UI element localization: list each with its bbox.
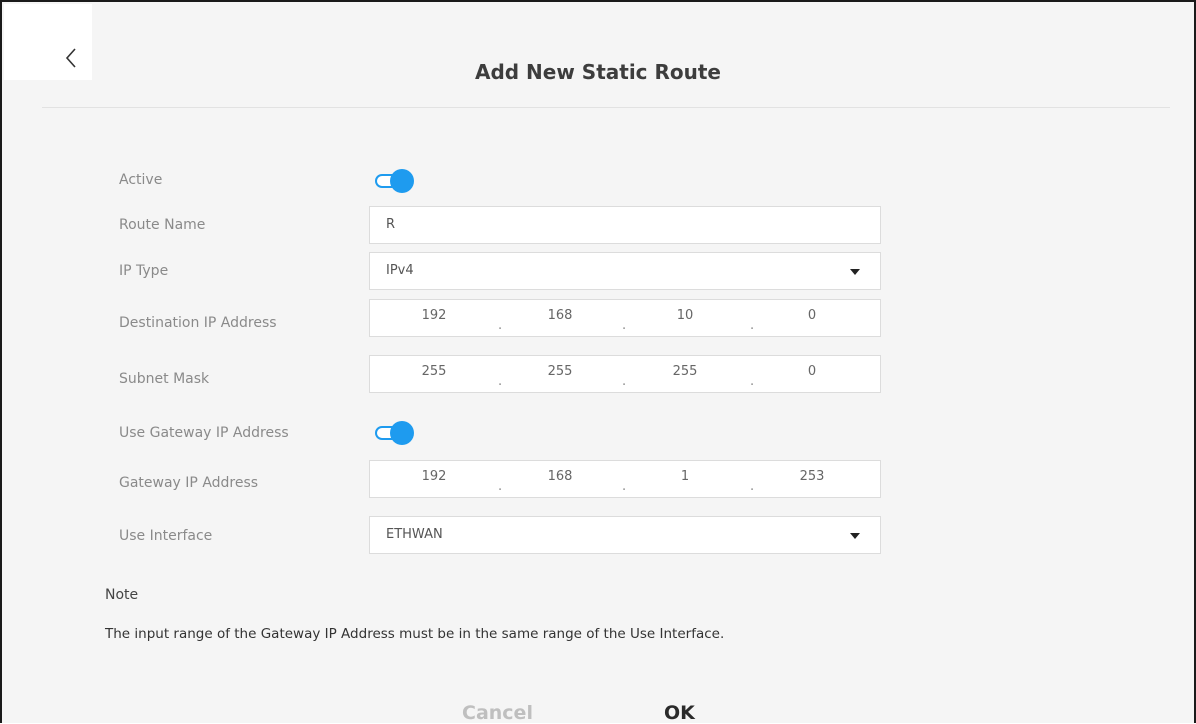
ip-type-select[interactable]: IPv4	[369, 252, 881, 290]
toggle-knob	[390, 169, 414, 193]
octet-separator: .	[622, 318, 627, 333]
use-interface-select[interactable]: ETHWAN	[369, 516, 881, 554]
octet-separator: .	[750, 479, 755, 494]
destination-ip-octet-1[interactable]: 192	[404, 308, 464, 323]
caret-down-icon	[850, 269, 860, 275]
gateway-ip-octet-3[interactable]: 1	[655, 469, 715, 484]
use-interface-value: ETHWAN	[386, 527, 443, 542]
subnet-mask-label: Subnet Mask	[119, 371, 210, 387]
subnet-mask-octet-2[interactable]: 255	[530, 364, 590, 379]
title-divider	[42, 107, 1170, 108]
subnet-mask-octet-4[interactable]: 0	[782, 364, 842, 379]
route-name-label: Route Name	[119, 217, 206, 233]
use-interface-label: Use Interface	[119, 528, 213, 544]
gateway-ip-octet-1[interactable]: 192	[404, 469, 464, 484]
use-gateway-toggle[interactable]	[375, 421, 415, 445]
ok-button-label: OK	[664, 702, 695, 724]
active-toggle[interactable]	[375, 169, 415, 193]
caret-down-icon	[850, 533, 860, 539]
gateway-ip-octet-4[interactable]: 253	[782, 469, 842, 484]
octet-separator: .	[750, 318, 755, 333]
destination-ip-label: Destination IP Address	[119, 315, 277, 331]
ip-type-value: IPv4	[386, 263, 414, 278]
note-text: The input range of the Gateway IP Addres…	[105, 626, 725, 642]
octet-separator: .	[498, 479, 503, 494]
subnet-mask-field: 255 . 255 . 255 . 0	[369, 355, 881, 393]
destination-ip-field: 192 . 168 . 10 . 0	[369, 299, 881, 337]
page-title: Add New Static Route	[474, 60, 721, 84]
cancel-button[interactable]: Cancel	[462, 702, 533, 724]
octet-separator: .	[622, 374, 627, 389]
route-name-value: R	[386, 217, 396, 232]
gateway-ip-field: 192 . 168 . 1 . 253	[369, 460, 881, 498]
destination-ip-octet-4[interactable]: 0	[782, 308, 842, 323]
dialog-frame: Add New Static Route Active Route Name R…	[0, 0, 1196, 724]
octet-separator: .	[622, 479, 627, 494]
toggle-knob	[390, 421, 414, 445]
gateway-ip-label: Gateway IP Address	[119, 475, 259, 491]
gateway-ip-octet-2[interactable]: 168	[530, 469, 590, 484]
octet-separator: .	[750, 374, 755, 389]
ok-button[interactable]: OK	[664, 702, 704, 724]
use-gateway-label: Use Gateway IP Address	[119, 425, 289, 441]
route-name-input[interactable]: R	[369, 206, 881, 244]
destination-ip-octet-2[interactable]: 168	[530, 308, 590, 323]
note-title: Note	[105, 587, 139, 603]
ip-type-label: IP Type	[119, 263, 169, 279]
octet-separator: .	[498, 374, 503, 389]
octet-separator: .	[498, 318, 503, 333]
subnet-mask-octet-1[interactable]: 255	[404, 364, 464, 379]
subnet-mask-octet-3[interactable]: 255	[655, 364, 715, 379]
active-label: Active	[119, 172, 163, 188]
destination-ip-octet-3[interactable]: 10	[655, 308, 715, 323]
